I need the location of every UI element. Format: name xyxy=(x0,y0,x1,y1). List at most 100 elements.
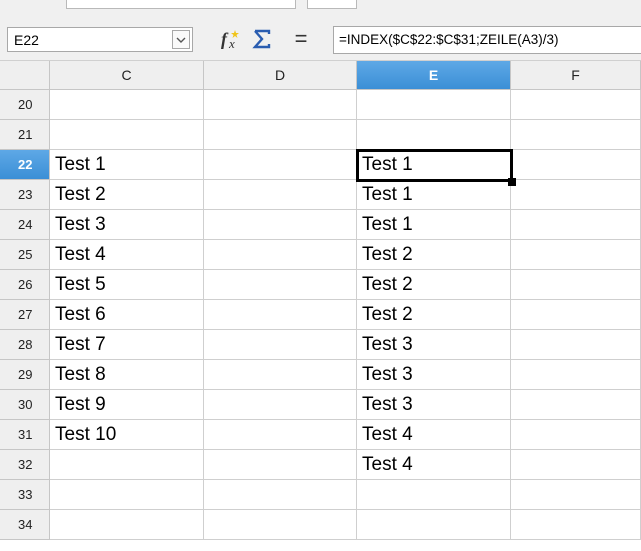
cell-e27[interactable]: Test 2 xyxy=(357,300,511,330)
cell-d22[interactable] xyxy=(204,150,357,180)
svg-text:f: f xyxy=(221,29,229,49)
sum-icon xyxy=(252,29,271,49)
table-row: 31 Test 10 Test 4 xyxy=(0,420,641,450)
cell-e29[interactable]: Test 3 xyxy=(357,360,511,390)
name-box[interactable]: E22 xyxy=(7,27,193,52)
cell-d34[interactable] xyxy=(204,510,357,540)
column-header-f[interactable]: F xyxy=(511,61,641,90)
toolbar-box-remnant[interactable] xyxy=(307,0,357,9)
cell-e26[interactable]: Test 2 xyxy=(357,270,511,300)
cell-c20[interactable] xyxy=(50,90,204,120)
cell-e20[interactable] xyxy=(357,90,511,120)
cell-d29[interactable] xyxy=(204,360,357,390)
cell-d21[interactable] xyxy=(204,120,357,150)
cell-d20[interactable] xyxy=(204,90,357,120)
autofill-handle[interactable] xyxy=(508,178,516,186)
cell-c22[interactable]: Test 1 xyxy=(50,150,204,180)
cell-f20[interactable] xyxy=(511,90,641,120)
cell-c33[interactable] xyxy=(50,480,204,510)
cell-d31[interactable] xyxy=(204,420,357,450)
cell-f31[interactable] xyxy=(511,420,641,450)
spreadsheet-grid[interactable]: C D E F 20 21 22 Test 1 Test 1 23 Test 2 Test 1 24 Te… xyxy=(0,61,641,551)
cell-e24[interactable]: Test 1 xyxy=(357,210,511,240)
table-row: 27 Test 6 Test 2 xyxy=(0,300,641,330)
select-all-corner[interactable] xyxy=(0,61,50,90)
name-box-dropdown-button[interactable] xyxy=(172,30,190,49)
column-header-c[interactable]: C xyxy=(50,61,204,90)
row-header-26[interactable]: 26 xyxy=(0,270,50,300)
row-header-23[interactable]: 23 xyxy=(0,180,50,210)
row-header-33[interactable]: 33 xyxy=(0,480,50,510)
row-header-22[interactable]: 22 xyxy=(0,150,50,180)
cell-e23[interactable]: Test 1 xyxy=(357,180,511,210)
cell-c32[interactable] xyxy=(50,450,204,480)
table-row: 25 Test 4 Test 2 xyxy=(0,240,641,270)
cell-d27[interactable] xyxy=(204,300,357,330)
row-header-24[interactable]: 24 xyxy=(0,210,50,240)
cell-d25[interactable] xyxy=(204,240,357,270)
cell-f24[interactable] xyxy=(511,210,641,240)
cell-f32[interactable] xyxy=(511,450,641,480)
cell-e21[interactable] xyxy=(357,120,511,150)
row-header-20[interactable]: 20 xyxy=(0,90,50,120)
cell-e33[interactable] xyxy=(357,480,511,510)
cell-e25[interactable]: Test 2 xyxy=(357,240,511,270)
column-header-e[interactable]: E xyxy=(357,61,511,90)
row-header-32[interactable]: 32 xyxy=(0,450,50,480)
column-header-d[interactable]: D xyxy=(204,61,357,90)
cell-c28[interactable]: Test 7 xyxy=(50,330,204,360)
cell-c29[interactable]: Test 8 xyxy=(50,360,204,390)
cell-c24[interactable]: Test 3 xyxy=(50,210,204,240)
row-header-31[interactable]: 31 xyxy=(0,420,50,450)
cell-d28[interactable] xyxy=(204,330,357,360)
cell-f26[interactable] xyxy=(511,270,641,300)
row-header-34[interactable]: 34 xyxy=(0,510,50,540)
cell-f23[interactable] xyxy=(511,180,641,210)
cell-f25[interactable] xyxy=(511,240,641,270)
row-header-21[interactable]: 21 xyxy=(0,120,50,150)
cell-d33[interactable] xyxy=(204,480,357,510)
cell-c21[interactable] xyxy=(50,120,204,150)
row-header-30[interactable]: 30 xyxy=(0,390,50,420)
cell-c27[interactable]: Test 6 xyxy=(50,300,204,330)
row-header-29[interactable]: 29 xyxy=(0,360,50,390)
cell-d26[interactable] xyxy=(204,270,357,300)
toolbar-dropdown-remnant[interactable] xyxy=(66,0,296,9)
cell-f22[interactable] xyxy=(511,150,641,180)
cell-d30[interactable] xyxy=(204,390,357,420)
cell-e31[interactable]: Test 4 xyxy=(357,420,511,450)
cell-f21[interactable] xyxy=(511,120,641,150)
toolbar-strip xyxy=(0,0,641,18)
sum-button[interactable] xyxy=(250,26,274,52)
cell-c25[interactable]: Test 4 xyxy=(50,240,204,270)
cell-f29[interactable] xyxy=(511,360,641,390)
cell-e22[interactable]: Test 1 xyxy=(357,150,511,180)
cell-f30[interactable] xyxy=(511,390,641,420)
cell-f28[interactable] xyxy=(511,330,641,360)
equals-button[interactable]: = xyxy=(289,26,313,52)
cell-c26[interactable]: Test 5 xyxy=(50,270,204,300)
cell-c34[interactable] xyxy=(50,510,204,540)
cell-c31[interactable]: Test 10 xyxy=(50,420,204,450)
cell-d23[interactable] xyxy=(204,180,357,210)
cell-d32[interactable] xyxy=(204,450,357,480)
row-header-25[interactable]: 25 xyxy=(0,240,50,270)
cell-f27[interactable] xyxy=(511,300,641,330)
table-row: 23 Test 2 Test 1 xyxy=(0,180,641,210)
cell-d24[interactable] xyxy=(204,210,357,240)
function-wizard-icon: f x xyxy=(221,29,239,50)
function-wizard-button[interactable]: f x xyxy=(219,26,243,52)
row-header-28[interactable]: 28 xyxy=(0,330,50,360)
cell-e32[interactable]: Test 4 xyxy=(357,450,511,480)
cell-e34[interactable] xyxy=(357,510,511,540)
svg-text:x: x xyxy=(228,36,235,50)
cell-f33[interactable] xyxy=(511,480,641,510)
cell-f34[interactable] xyxy=(511,510,641,540)
formula-input[interactable]: =INDEX($C$22:$C$31;ZEILE(A3)/3) xyxy=(333,26,641,54)
cell-e28[interactable]: Test 3 xyxy=(357,330,511,360)
row-header-27[interactable]: 27 xyxy=(0,300,50,330)
cell-e30[interactable]: Test 3 xyxy=(357,390,511,420)
cell-c23[interactable]: Test 2 xyxy=(50,180,204,210)
cell-c30[interactable]: Test 9 xyxy=(50,390,204,420)
table-row: 26 Test 5 Test 2 xyxy=(0,270,641,300)
